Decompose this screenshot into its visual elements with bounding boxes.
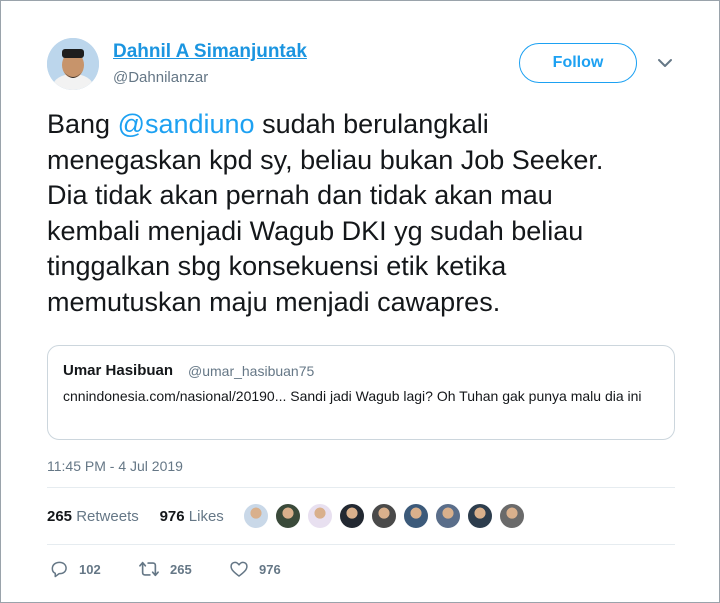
chevron-down-icon[interactable]: [656, 56, 674, 70]
follow-button[interactable]: Follow: [519, 43, 637, 83]
avatar[interactable]: [47, 38, 99, 90]
tweet-text-segment: sudah berulangkali: [254, 109, 489, 139]
likes-label[interactable]: Likes: [189, 508, 224, 525]
reply-icon: [51, 561, 67, 578]
reply-action[interactable]: 102: [49, 559, 101, 579]
retweets-count[interactable]: 265: [47, 508, 72, 525]
liker-avatar[interactable]: [403, 503, 429, 529]
divider: [47, 544, 675, 545]
likers-avatars: [243, 503, 531, 529]
quoted-author-name: Umar Hasibuan: [63, 362, 174, 379]
like-count: 976: [259, 561, 281, 577]
retweet-action[interactable]: 265: [138, 559, 192, 579]
tweet-text-segment: Bang: [47, 109, 118, 139]
tweet-line: memutuskan maju menjadi cawapres.: [47, 286, 501, 317]
liker-avatar[interactable]: [243, 503, 269, 529]
likes-count[interactable]: 976: [160, 508, 185, 525]
retweets-label[interactable]: Retweets: [76, 508, 139, 525]
tweet-line: tinggalkan sbg konsekuensi etik ketika: [47, 251, 507, 281]
tweet-line: Dia tidak akan pernah dan tidak akan mau: [47, 180, 553, 210]
timestamp[interactable]: 11:45 PM - 4 Jul 2019: [47, 458, 183, 474]
retweet-count: 265: [170, 561, 192, 577]
like-action[interactable]: 976: [229, 559, 281, 579]
heart-icon: [230, 561, 248, 577]
tweet-card: Dahnil A Simanjuntak @Dahnilanzar Follow…: [0, 0, 720, 603]
reply-count: 102: [79, 561, 101, 577]
author-handle: @Dahnilanzar: [113, 69, 209, 86]
quoted-tweet[interactable]: Umar Hasibuan @umar_hasibuan75 cnnindone…: [47, 345, 675, 440]
liker-avatar[interactable]: [275, 503, 301, 529]
liker-avatar[interactable]: [435, 503, 461, 529]
liker-avatar[interactable]: [499, 503, 525, 529]
engagement-stats: 265 Retweets 976 Likes: [47, 508, 224, 525]
retweet-icon: [139, 561, 159, 577]
divider: [47, 487, 675, 488]
quoted-author-handle: @umar_hasibuan75: [188, 363, 315, 379]
liker-avatar[interactable]: [307, 503, 333, 529]
mention-link[interactable]: @sandiuno: [118, 109, 255, 139]
liker-avatar[interactable]: [467, 503, 493, 529]
tweet-line: menegaskan kpd sy, beliau bukan Job Seek…: [47, 144, 604, 175]
liker-avatar[interactable]: [371, 503, 397, 529]
tweet-line: Bang @sandiuno sudah berulangkali: [47, 107, 697, 143]
tweet-line: kembali menjadi Wagub DKI yg sudah belia…: [47, 215, 584, 246]
liker-avatar[interactable]: [339, 503, 365, 529]
author-name[interactable]: Dahnil A Simanjuntak: [113, 41, 307, 63]
quoted-text: cnnindonesia.com/nasional/20190... Sandi…: [63, 388, 642, 404]
tweet-text: Bang @sandiuno sudah berulangkali menega…: [47, 107, 697, 320]
